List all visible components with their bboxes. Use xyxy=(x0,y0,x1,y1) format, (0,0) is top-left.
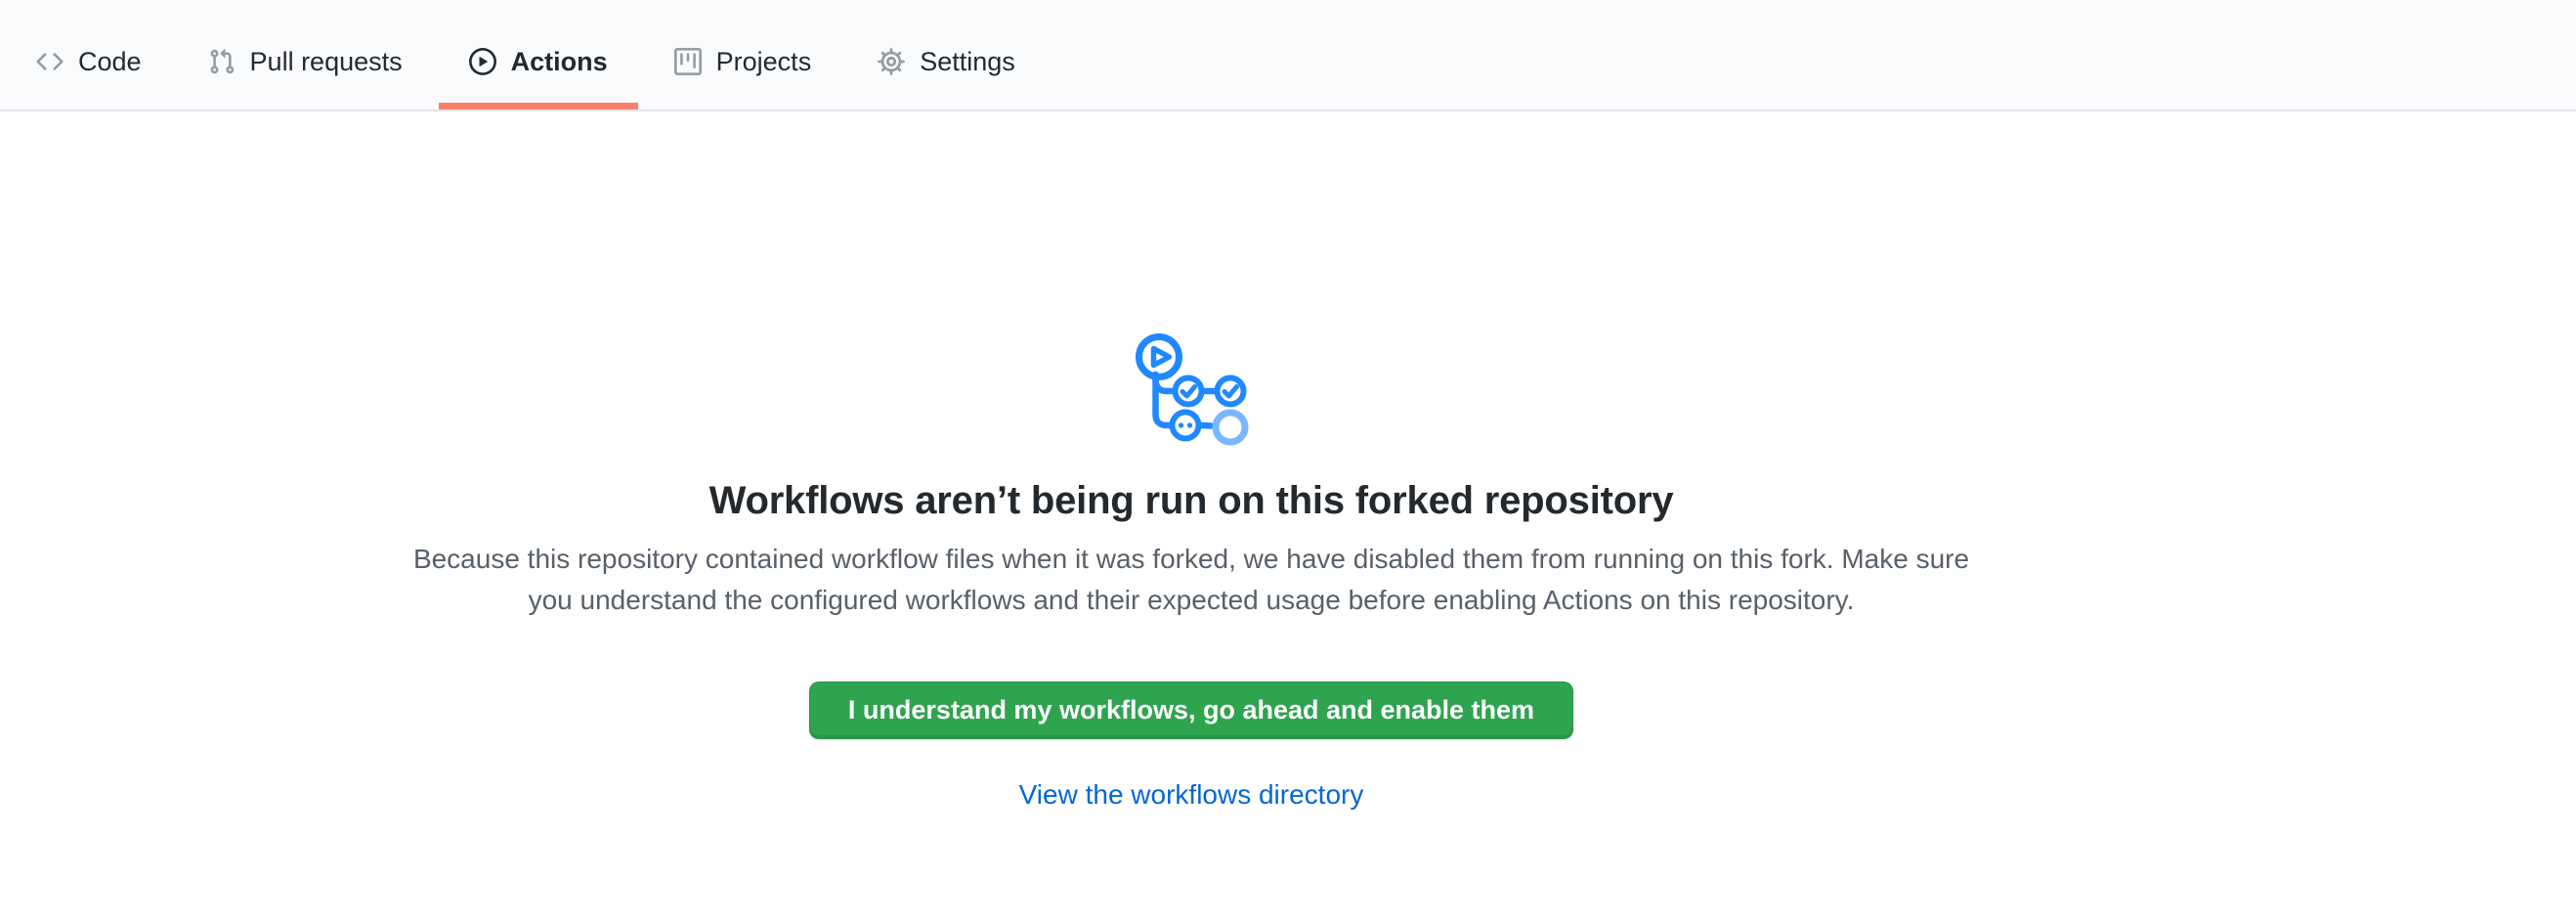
view-workflows-directory-link[interactable]: View the workflows directory xyxy=(1019,779,1364,811)
code-icon xyxy=(36,48,64,75)
tab-settings[interactable]: Settings xyxy=(847,14,1046,110)
project-icon xyxy=(674,48,702,75)
git-pull-request-icon xyxy=(208,48,236,75)
repo-tab-nav: Code Pull requests Actions Projects xyxy=(0,0,2576,111)
actions-blankslate: Workflows aren’t being run on this forke… xyxy=(0,330,2383,811)
gear-icon xyxy=(878,48,905,75)
tab-label: Pull requests xyxy=(250,49,403,75)
tab-actions[interactable]: Actions xyxy=(439,14,638,110)
play-icon xyxy=(469,48,496,75)
tab-label: Settings xyxy=(920,49,1015,75)
tab-pull-requests[interactable]: Pull requests xyxy=(178,14,433,110)
blankslate-description: Because this repository contained workfl… xyxy=(409,539,1973,621)
tab-label: Actions xyxy=(511,49,608,75)
tab-code[interactable]: Code xyxy=(6,14,172,110)
tab-label: Code xyxy=(78,49,142,75)
blankslate-title: Workflows aren’t being run on this forke… xyxy=(0,479,2383,523)
tab-label: Projects xyxy=(716,49,812,75)
workflow-graph-icon xyxy=(1133,330,1250,450)
tab-projects[interactable]: Projects xyxy=(644,14,842,110)
enable-workflows-button[interactable]: I understand my workflows, go ahead and … xyxy=(809,681,1573,739)
